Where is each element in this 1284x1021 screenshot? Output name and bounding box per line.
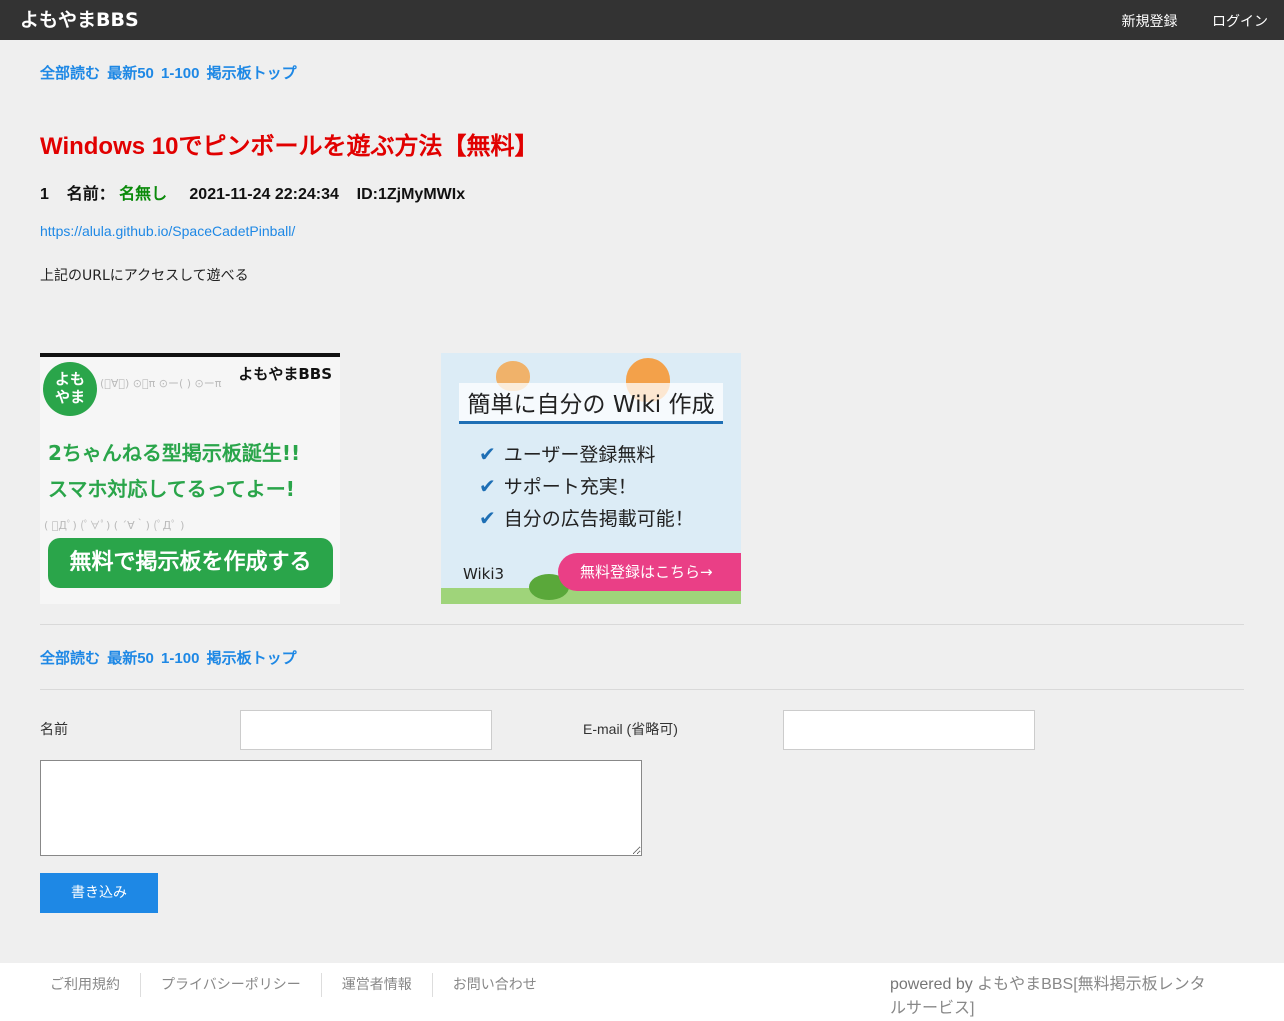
name-field[interactable] [240,710,492,750]
ad-wiki-item: ✔ サポート充実！ [479,474,637,498]
nav-range[interactable]: 1-100 [161,650,199,667]
ad-background-doodle: ( ﾟДﾟ) (ﾟ∀ﾟ) ( ´∀｀) (ﾟДﾟ ) [44,519,185,532]
post-name-label: 名前： [66,186,115,203]
nav-board-top[interactable]: 掲示板トップ [207,650,297,667]
top-links: 新規登録 ログイン [1092,11,1268,31]
post-body: 上記のURLにアクセスして遊べる [40,268,249,284]
ad-yomoyama-line1: 2ちゃんねる型掲示板誕生!! [48,441,301,465]
post-date: 2021-11-24 22:24:34 [189,186,339,203]
post-url-link[interactable]: https://alula.github.io/SpaceCadetPinbal… [40,223,295,239]
ad-yomoyama-line2: スマホ対応してるってよー! [48,477,295,501]
ad-banner-wiki[interactable]: 簡単に自分の Wiki 作成 ✔ ユーザー登録無料 ✔ サポート充実！ ✔ 自分の広告… [441,353,741,604]
ad-yomoyama-brand: よもやまBBS [238,365,332,383]
powered-by-prefix: powered by [890,976,978,993]
thread-nav-top: 全部読む 最新50 1-100 掲示板トップ [40,62,300,83]
nav-read-all[interactable]: 全部読む [40,650,100,667]
name-field-label: 名前 [40,721,68,737]
nav-latest50[interactable]: 最新50 [107,65,154,82]
post-id: ID:1ZjMyMWIx [356,186,466,203]
divider [40,624,1244,625]
ad-background-doodle: (ﾟ∀ﾟ) ⊙ーπ ⊙ー( ) ⊙ーπ [100,377,222,390]
powered-by: powered by よもやまBBS[無料掲示板レンタルサービス] [890,973,1220,1021]
checkmark-icon: ✔ [479,474,496,498]
footer: ご利用規約 プライバシーポリシー 運営者情報 お問い合わせ powered by… [0,963,1284,1021]
submit-button[interactable]: 書き込み [40,873,158,913]
thread-nav-bottom: 全部読む 最新50 1-100 掲示板トップ [40,647,300,668]
footer-link-terms[interactable]: ご利用規約 [30,973,141,997]
checkmark-icon: ✔ [479,506,496,530]
ad-banner-yomoyama[interactable]: (ﾟ∀ﾟ) ⊙ーπ ⊙ー( ) ⊙ーπ ( ﾟДﾟ) (ﾟ∀ﾟ) ( ´∀｀) … [40,353,340,604]
nav-board-top[interactable]: 掲示板トップ [207,65,297,82]
email-field[interactable] [783,710,1035,750]
ad-yomoyama-circle-logo: よも やま [43,362,97,416]
ad-yomoyama-cta-button[interactable]: 無料で掲示板を作成する [48,538,333,588]
ad-wiki-title: 簡単に自分の Wiki 作成 [459,383,723,424]
post-header: 1 名前： 名無し 2021-11-24 22:24:34 ID:1ZjMyMW… [40,180,465,204]
top-bar: よもやまBBS 新規登録 ログイン [0,0,1284,40]
email-field-label: E-mail (省略可) [583,721,678,737]
checkmark-icon: ✔ [479,442,496,466]
register-link[interactable]: 新規登録 [1122,14,1178,30]
thread-title: Windows 10でピンボールを遊ぶ方法【無料】 [40,133,539,160]
footer-links: ご利用規約 プライバシーポリシー 運営者情報 お問い合わせ [30,973,557,997]
ad-wiki-item: ✔ 自分の広告掲載可能！ [479,506,694,530]
nav-range[interactable]: 1-100 [161,65,199,82]
divider [40,689,1244,690]
ad-wiki-item: ✔ ユーザー登録無料 [479,442,656,466]
ad-wiki-brand: Wiki3 [463,565,505,583]
footer-link-privacy[interactable]: プライバシーポリシー [141,973,322,997]
footer-link-contact[interactable]: お問い合わせ [433,973,557,997]
site-logo[interactable]: よもやまBBS [20,9,139,31]
post-author-name: 名無し [119,186,168,203]
ad-wiki-cta-button[interactable]: 無料登録はこちら→ [558,553,741,591]
nav-latest50[interactable]: 最新50 [107,650,154,667]
footer-link-operator[interactable]: 運営者情報 [322,973,433,997]
post-number: 1 [40,186,49,203]
login-link[interactable]: ログイン [1212,14,1268,30]
nav-read-all[interactable]: 全部読む [40,65,100,82]
message-textarea[interactable] [40,760,642,856]
